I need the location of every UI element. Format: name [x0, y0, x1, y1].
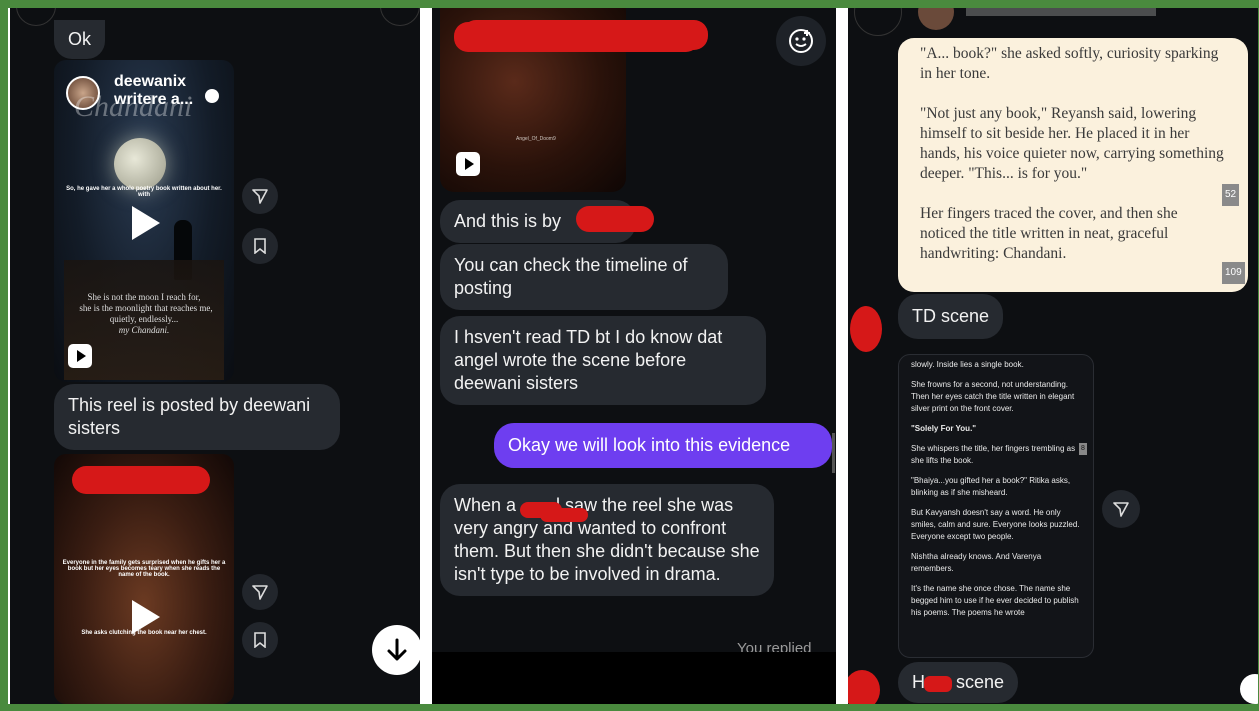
message-text: I hsven't read TD bt I do know dat angel…: [454, 327, 723, 393]
verified-icon: [205, 89, 219, 103]
play-icon[interactable]: [132, 206, 160, 240]
share-icon[interactable]: [1102, 490, 1140, 528]
chat-panel-middle: Angel_Of_Doom9 And this is by You can ch…: [432, 8, 836, 654]
moon-image: [114, 138, 166, 190]
redacted-name: [576, 206, 654, 232]
message-text: This reel is posted by deewani sisters: [68, 395, 311, 438]
reel-badge-icon: [456, 152, 480, 176]
shot-line: She frowns for a second, not understandi…: [911, 380, 1075, 413]
reel-watermark: Chandani: [74, 90, 193, 123]
shared-reel-2[interactable]: Everyone in the family gets surprised wh…: [54, 454, 234, 704]
scrollbar[interactable]: [832, 433, 835, 473]
shot-line: "Solely For You.": [911, 424, 977, 433]
black-strip: [432, 652, 836, 704]
message-td: I hsven't read TD bt I do know dat angel…: [440, 316, 766, 405]
ok-text: Ok: [68, 29, 92, 49]
scroll-down-button[interactable]: [372, 625, 420, 675]
compose-corner: [1240, 674, 1258, 704]
back-button[interactable]: [16, 8, 56, 26]
chat-panel-left: Ok deewanix writere a... Chandani So, he…: [10, 8, 420, 704]
save-icon[interactable]: [242, 622, 278, 658]
play-icon[interactable]: [132, 600, 160, 634]
redacted-header: [454, 22, 700, 52]
shot-line: "Bhaiya...you gifted her a book?" Ritika…: [911, 476, 1071, 497]
reel-caption-top: Everyone in the family gets surprised wh…: [62, 560, 226, 578]
redacted-username: [72, 466, 210, 494]
reel-caption: So, he gave her a whole poetry book writ…: [66, 186, 222, 198]
sender-avatar-redacted: [850, 306, 882, 352]
sticker-button[interactable]: [776, 16, 826, 66]
comment-count-icon: 8: [1079, 443, 1087, 455]
poem-line-3: quietly, endlessly...: [109, 314, 179, 324]
call-button[interactable]: [380, 8, 420, 26]
message-text: And this is by: [454, 211, 562, 231]
story-screenshot-dark: slowly. Inside lies a single book. She f…: [898, 354, 1094, 658]
ok-message: Ok: [54, 20, 106, 59]
sent-message-evidence: Okay we will look into this evidence: [494, 423, 832, 468]
poem-line-4: my Chandani.: [118, 325, 170, 335]
sticker-icon: [789, 29, 813, 53]
shot-line: Nishtha already knows. And Varenya remem…: [911, 552, 1042, 573]
label-td-scene: TD scene: [898, 294, 1004, 339]
save-icon[interactable]: [242, 228, 278, 264]
comment-count: 8: [1081, 445, 1085, 452]
comment-count-icon: 52: [1222, 184, 1240, 206]
shot-line: But Kavyansh doesn't say a word. He only…: [911, 508, 1080, 541]
story-paragraph-3: Her fingers traced the cover, and then s…: [920, 205, 1178, 262]
shot-line: She whispers the title, her fingers trem…: [911, 444, 1076, 465]
shot-line: It's the name she once chose. The name s…: [911, 584, 1079, 617]
redacted-name: [540, 508, 588, 522]
story-paragraph-2: "Not just any book," Reyansh said, lower…: [920, 105, 1224, 182]
message-posted-by: This reel is posted by deewani sisters: [54, 384, 340, 450]
story-screenshot: "A... book?" she asked softly, curiosity…: [898, 38, 1248, 292]
reel-badge-icon: [68, 344, 92, 368]
poem-line-1: She is not the moon I reach for,: [87, 292, 201, 302]
message-text: TD scene: [912, 306, 990, 326]
poem-line-2: she is the moonlight that reaches me,: [79, 303, 213, 313]
reel-username: deewanix: [114, 73, 187, 90]
comment-count-icon: 109: [1222, 262, 1245, 284]
share-icon[interactable]: [242, 574, 278, 610]
arrow-down-icon: [387, 638, 407, 661]
redacted-text: [924, 676, 952, 692]
chat-panel-right: "A... book?" she asked softly, curiosity…: [848, 8, 1258, 704]
message-text: You can check the timeline of posting: [454, 255, 688, 298]
back-button[interactable]: [854, 8, 902, 36]
story-paragraph-1: "A... book?" she asked softly, curiosity…: [920, 45, 1219, 82]
message-text: Okay we will look into this evidence: [508, 435, 791, 455]
message-text-rest: scene: [951, 672, 1005, 692]
shot-line: slowly. Inside lies a single book.: [911, 360, 1024, 369]
message-when-angel: When al saw the reel she was very angry …: [440, 484, 774, 596]
shared-reel-1[interactable]: deewanix writere a... Chandani So, he ga…: [54, 60, 234, 382]
message-timeline: You can check the timeline of posting: [440, 244, 728, 310]
reel-watermark: Angel_Of_Doom9: [516, 136, 556, 142]
sender-avatar-redacted: [848, 670, 880, 704]
header-avatar: [918, 8, 954, 30]
reel-caption-bottom: She asks clutching the book near her che…: [81, 630, 207, 636]
share-icon[interactable]: [242, 178, 278, 214]
message-text-start: When a: [454, 495, 517, 515]
comment-count: 109: [1225, 267, 1242, 278]
header-username-bar: [966, 8, 1156, 16]
label-scene-2: H scene: [898, 662, 1019, 703]
comment-count: 52: [1225, 189, 1237, 200]
